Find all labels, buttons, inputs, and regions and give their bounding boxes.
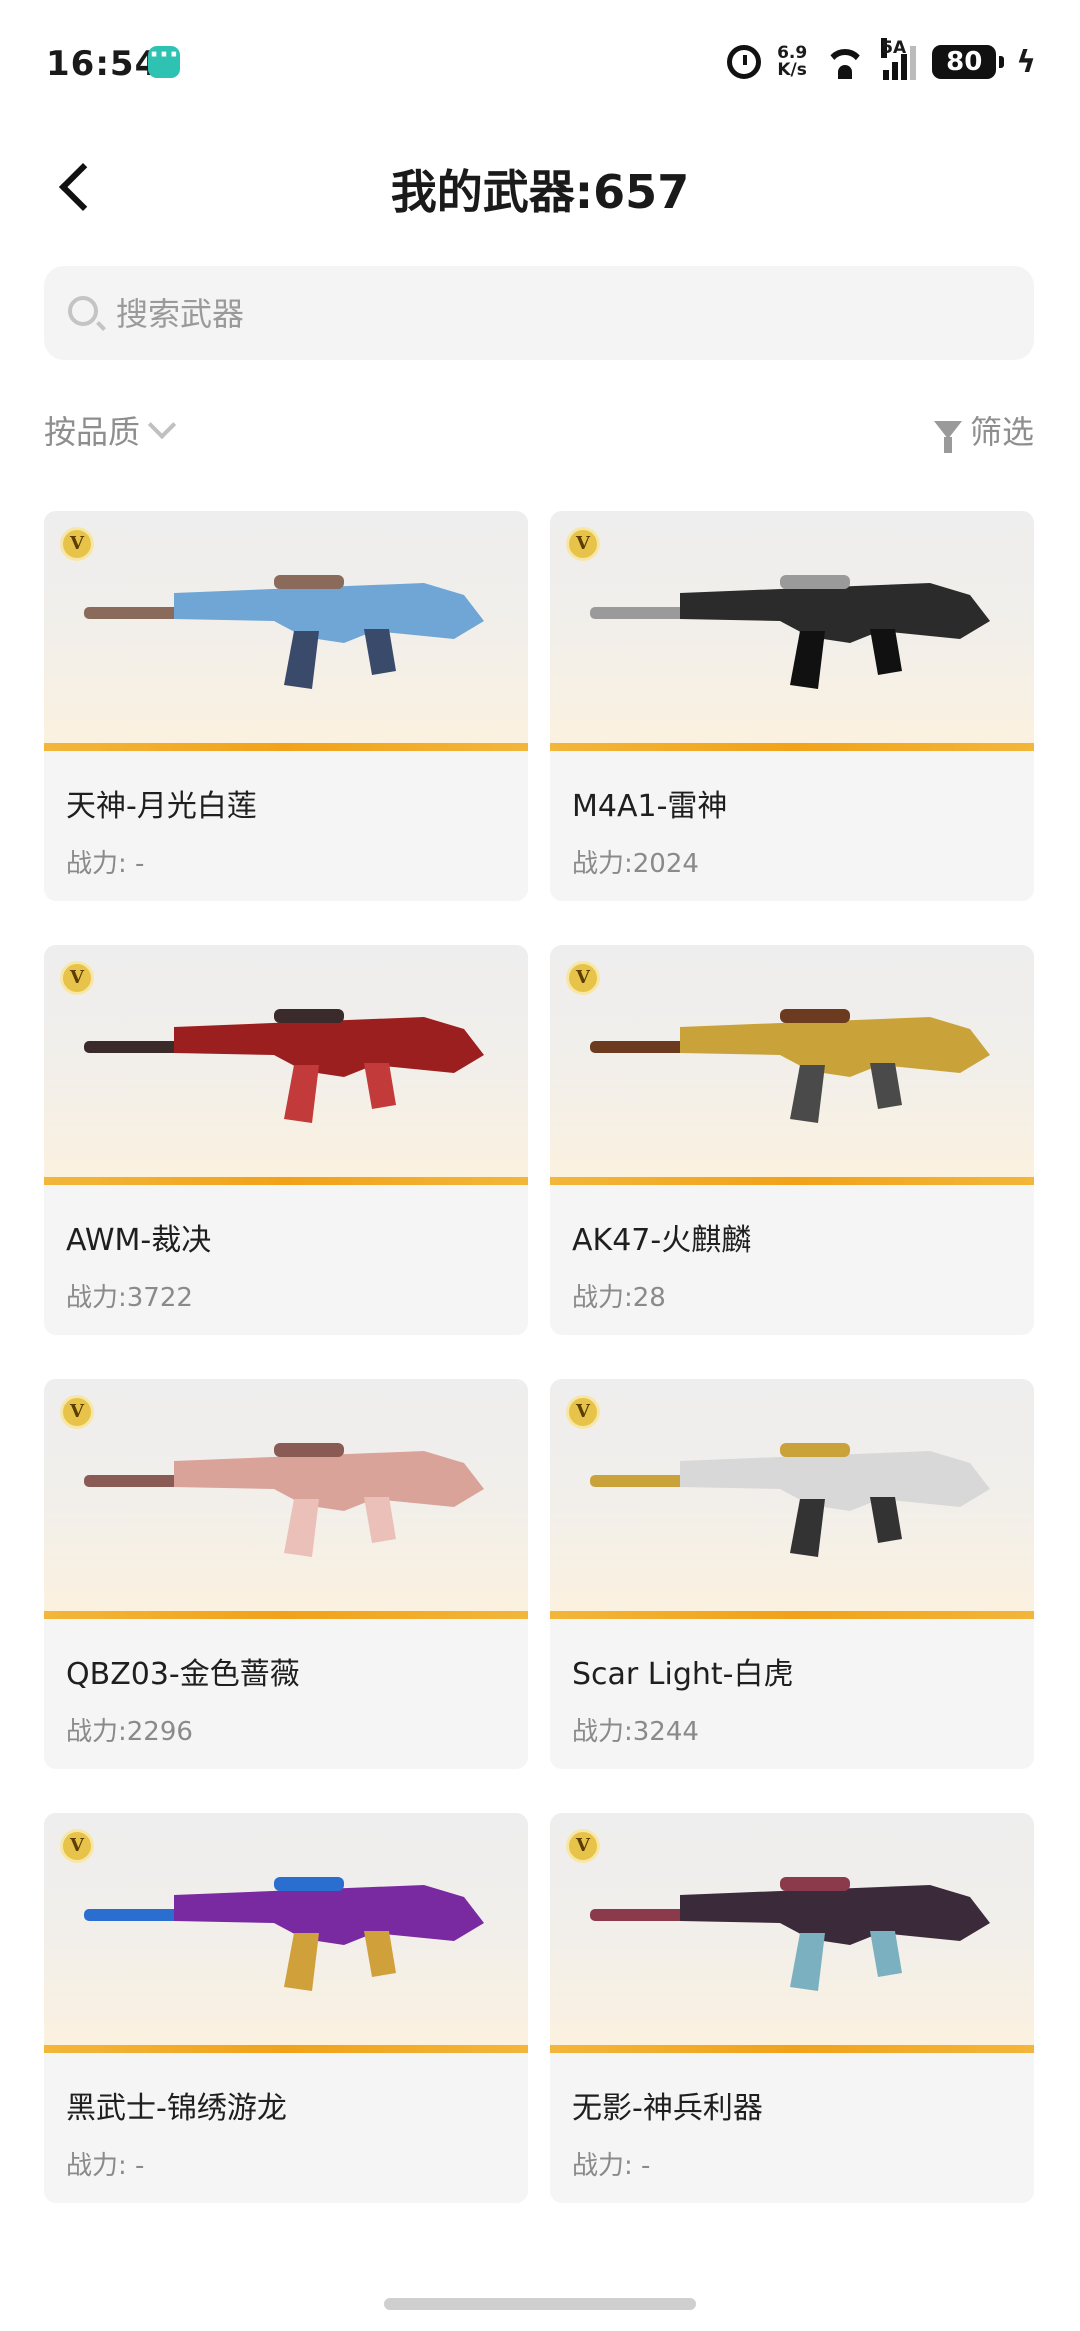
weapon-silhouette (84, 575, 484, 689)
quality-stripe (550, 743, 1034, 751)
weapon-silhouette (84, 1009, 484, 1123)
quality-stripe (44, 1611, 528, 1619)
weapon-image: V (550, 1813, 1034, 2045)
weapon-card[interactable]: V AWM-裁决战力:3722 (44, 945, 528, 1335)
chevron-down-icon (147, 410, 177, 440)
vip-badge-icon: V (566, 961, 600, 995)
sort-dropdown[interactable]: 按品质 (44, 405, 177, 455)
vip-badge-icon: V (60, 527, 94, 561)
weapon-card[interactable]: V 无影-神兵利器战力: - (550, 1813, 1034, 2203)
quality-stripe (550, 2045, 1034, 2053)
weapon-power: 战力:3244 (572, 1717, 699, 1747)
weapon-silhouette (590, 1009, 990, 1123)
weapon-power: 战力: - (66, 849, 145, 879)
weapon-image: V (550, 511, 1034, 743)
weapon-name: M4A1-雷神 (572, 789, 728, 824)
weapon-card[interactable]: V M4A1-雷神战力:2024 (550, 511, 1034, 901)
alarm-icon (727, 45, 762, 79)
weapon-card[interactable]: V 黑武士-锦绣游龙战力: - (44, 1813, 528, 2203)
wifi-icon (823, 45, 867, 79)
status-bar: 16:54 6.9 K/s 5A 80 ϟ (0, 0, 1080, 120)
search-bar[interactable] (44, 266, 1034, 362)
filter-icon (933, 421, 962, 453)
status-icons: 6.9 K/s 5A 80 ϟ (727, 38, 1036, 84)
weapon-power: 战力: - (66, 2151, 145, 2181)
weapon-silhouette (590, 1443, 990, 1557)
weapon-card[interactable]: V AK47-火麒麟战力:28 (550, 945, 1034, 1335)
weapon-image: V (44, 1813, 528, 2045)
battery-icon: 80 (932, 45, 1005, 79)
quality-stripe (44, 1177, 528, 1185)
weapon-power: 战力:2296 (66, 1717, 193, 1747)
search-icon (68, 296, 98, 326)
weapon-silhouette (84, 1443, 484, 1557)
weapon-name: 天神-月光白莲 (66, 789, 257, 824)
weapon-name: QBZ03-金色蔷薇 (66, 1657, 300, 1692)
weapon-image: V (44, 1379, 528, 1611)
weapon-image: V (44, 511, 528, 743)
weapon-silhouette (590, 575, 990, 689)
cellular-signal-icon: 5A (881, 38, 917, 80)
weapon-card[interactable]: V 天神-月光白莲战力: - (44, 511, 528, 901)
quality-stripe (44, 743, 528, 751)
weapon-power: 战力: - (572, 2151, 651, 2181)
weapon-image: V (550, 1379, 1034, 1611)
weapon-image: V (44, 945, 528, 1177)
weapon-silhouette (590, 1877, 990, 1991)
weapon-image: V (550, 945, 1034, 1177)
charging-icon: ϟ (1016, 44, 1036, 80)
weapon-name: Scar Light-白虎 (572, 1657, 794, 1692)
weapon-power: 战力:3722 (66, 1283, 193, 1313)
weapon-name: AWM-裁决 (66, 1223, 212, 1258)
header: 我的武器:657 (0, 140, 1080, 230)
vip-badge-icon: V (60, 1829, 94, 1863)
weapon-card[interactable]: V QBZ03-金色蔷薇战力:2296 (44, 1379, 528, 1769)
filter-label: 筛选 (969, 413, 1034, 451)
page-title: 我的武器:657 (390, 165, 690, 219)
home-indicator[interactable] (384, 2298, 696, 2310)
status-time: 16:54 (46, 44, 160, 84)
search-input[interactable] (114, 266, 998, 362)
weapon-card[interactable]: V Scar Light-白虎战力:3244 (550, 1379, 1034, 1769)
weapon-name: 黑武士-锦绣游龙 (66, 2091, 287, 2126)
sort-label: 按品质 (44, 413, 141, 451)
network-speed-unit: K/s (777, 60, 807, 80)
weapon-power: 战力:2024 (572, 849, 699, 879)
filter-button[interactable]: 筛选 (933, 405, 1034, 455)
vip-badge-icon: V (60, 961, 94, 995)
weapon-silhouette (84, 1877, 484, 1991)
vip-badge-icon: V (566, 1395, 600, 1429)
weapon-name: 无影-神兵利器 (572, 2091, 763, 2126)
vip-badge-icon: V (566, 1829, 600, 1863)
weapon-name: AK47-火麒麟 (572, 1223, 752, 1258)
quality-stripe (550, 1611, 1034, 1619)
quality-stripe (44, 2045, 528, 2053)
quality-stripe (550, 1177, 1034, 1185)
vip-badge-icon: V (566, 527, 600, 561)
message-notification-icon (148, 40, 180, 78)
weapon-power: 战力:28 (572, 1283, 666, 1313)
vip-badge-icon: V (60, 1395, 94, 1429)
signal-label: 5A (881, 38, 907, 58)
network-speed: 6.9 K/s (777, 45, 807, 79)
